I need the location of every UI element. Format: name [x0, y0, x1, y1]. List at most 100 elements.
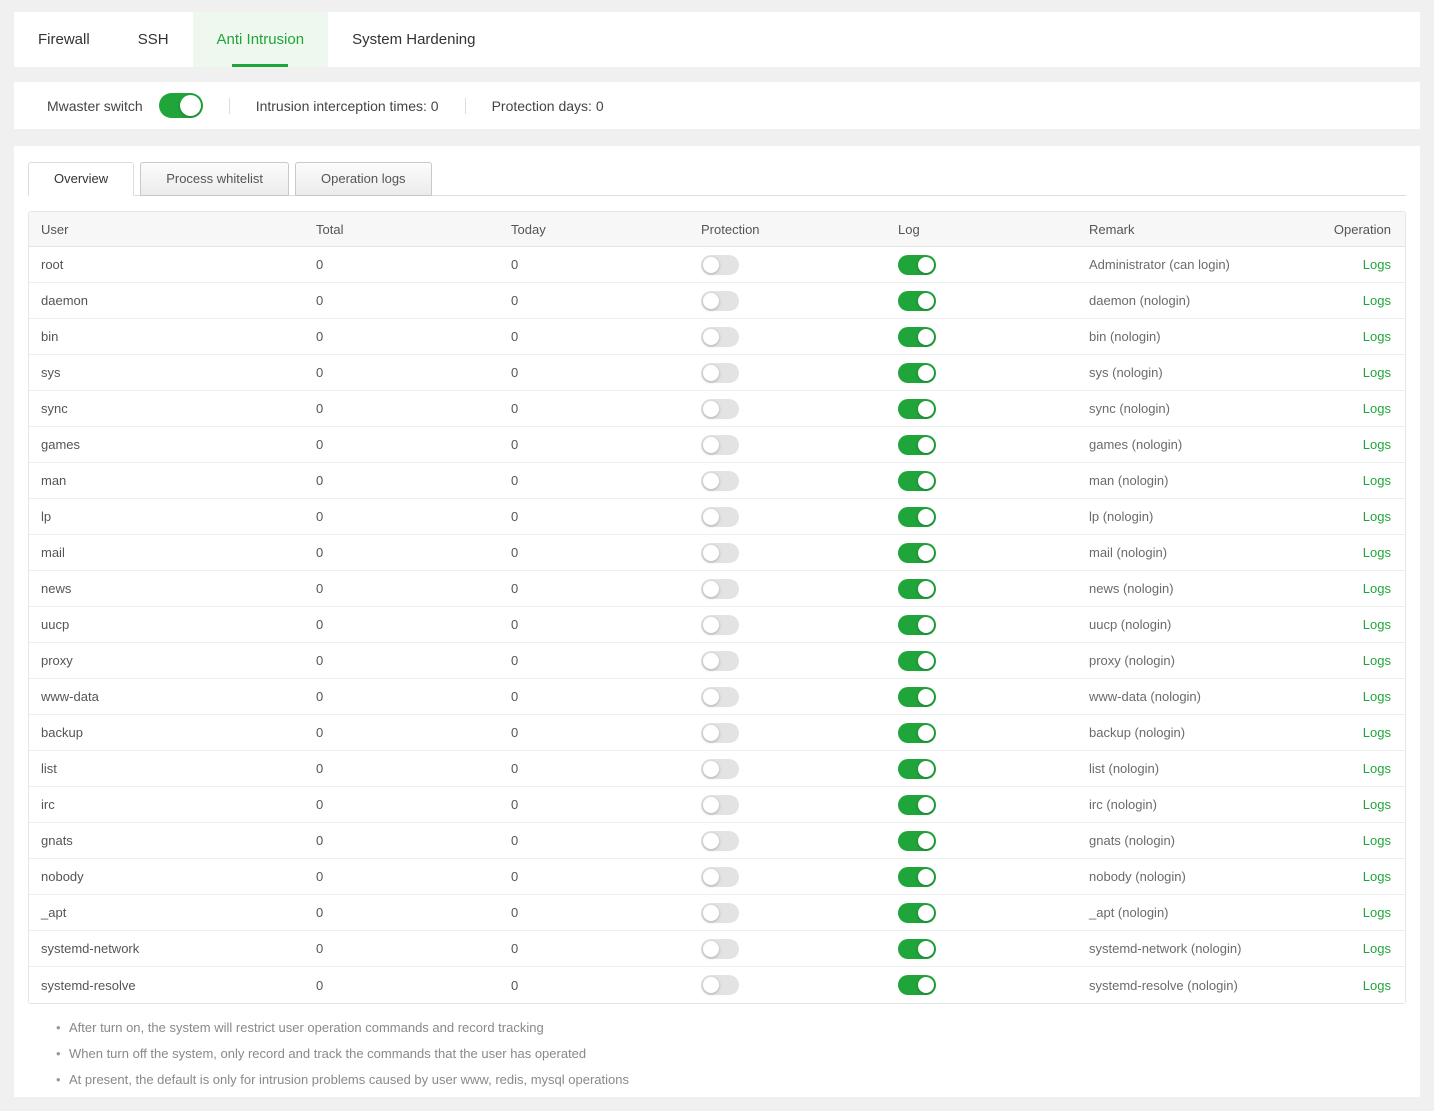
- table-row: news 0 0 news (nologin) Logs: [29, 571, 1405, 607]
- log-toggle[interactable]: [898, 903, 936, 923]
- log-toggle[interactable]: [898, 939, 936, 959]
- logs-link[interactable]: Logs: [1363, 365, 1391, 380]
- toggle-knob: [918, 689, 934, 705]
- today-cell: 0: [511, 509, 701, 524]
- log-toggle[interactable]: [898, 795, 936, 815]
- operation-cell: Logs: [1331, 761, 1405, 776]
- operation-cell: Logs: [1331, 725, 1405, 740]
- protection-toggle[interactable]: [701, 867, 739, 887]
- log-toggle[interactable]: [898, 543, 936, 563]
- today-cell: 0: [511, 653, 701, 668]
- protection-toggle[interactable]: [701, 831, 739, 851]
- sub-tab-label: Process whitelist: [166, 171, 263, 186]
- toggle-knob: [703, 293, 719, 309]
- logs-link[interactable]: Logs: [1363, 689, 1391, 704]
- sub-tab-operation-logs[interactable]: Operation logs: [295, 162, 432, 196]
- operation-cell: Logs: [1331, 257, 1405, 272]
- logs-link[interactable]: Logs: [1363, 978, 1391, 993]
- remark-cell: man (nologin): [1089, 473, 1331, 488]
- logs-link[interactable]: Logs: [1363, 797, 1391, 812]
- logs-link[interactable]: Logs: [1363, 725, 1391, 740]
- protection-toggle[interactable]: [701, 939, 739, 959]
- logs-link[interactable]: Logs: [1363, 869, 1391, 884]
- log-toggle[interactable]: [898, 255, 936, 275]
- log-toggle[interactable]: [898, 363, 936, 383]
- protection-toggle[interactable]: [701, 795, 739, 815]
- log-toggle[interactable]: [898, 327, 936, 347]
- log-toggle[interactable]: [898, 507, 936, 527]
- protection-toggle[interactable]: [701, 435, 739, 455]
- sub-tab-overview[interactable]: Overview: [28, 162, 134, 196]
- log-toggle[interactable]: [898, 291, 936, 311]
- protection-toggle[interactable]: [701, 543, 739, 563]
- protection-toggle[interactable]: [701, 291, 739, 311]
- protection-toggle[interactable]: [701, 507, 739, 527]
- protection-toggle[interactable]: [701, 687, 739, 707]
- table-row: uucp 0 0 uucp (nologin) Logs: [29, 607, 1405, 643]
- user-cell: nobody: [29, 869, 316, 884]
- total-cell: 0: [316, 365, 511, 380]
- operation-cell: Logs: [1331, 437, 1405, 452]
- logs-link[interactable]: Logs: [1363, 905, 1391, 920]
- operation-cell: Logs: [1331, 293, 1405, 308]
- protection-toggle[interactable]: [701, 759, 739, 779]
- protection-cell: [701, 687, 898, 707]
- today-cell: 0: [511, 293, 701, 308]
- logs-link[interactable]: Logs: [1363, 545, 1391, 560]
- logs-link[interactable]: Logs: [1363, 401, 1391, 416]
- today-cell: 0: [511, 833, 701, 848]
- log-toggle[interactable]: [898, 687, 936, 707]
- logs-link[interactable]: Logs: [1363, 941, 1391, 956]
- logs-link[interactable]: Logs: [1363, 581, 1391, 596]
- log-toggle[interactable]: [898, 471, 936, 491]
- log-toggle[interactable]: [898, 579, 936, 599]
- logs-link[interactable]: Logs: [1363, 437, 1391, 452]
- logs-link[interactable]: Logs: [1363, 293, 1391, 308]
- log-cell: [898, 399, 1089, 419]
- total-cell: 0: [316, 797, 511, 812]
- protection-toggle[interactable]: [701, 903, 739, 923]
- log-cell: [898, 795, 1089, 815]
- main-tab-anti-intrusion[interactable]: Anti Intrusion: [193, 12, 329, 67]
- protection-toggle[interactable]: [701, 579, 739, 599]
- sub-tab-process-whitelist[interactable]: Process whitelist: [140, 162, 289, 196]
- log-toggle[interactable]: [898, 867, 936, 887]
- log-toggle[interactable]: [898, 615, 936, 635]
- protection-toggle[interactable]: [701, 615, 739, 635]
- logs-link[interactable]: Logs: [1363, 617, 1391, 632]
- protection-toggle[interactable]: [701, 363, 739, 383]
- table-row: backup 0 0 backup (nologin) Logs: [29, 715, 1405, 751]
- protection-toggle[interactable]: [701, 975, 739, 995]
- log-toggle[interactable]: [898, 723, 936, 743]
- log-toggle[interactable]: [898, 759, 936, 779]
- logs-link[interactable]: Logs: [1363, 833, 1391, 848]
- master-switch-toggle[interactable]: [159, 93, 203, 118]
- protection-toggle[interactable]: [701, 327, 739, 347]
- main-tab-firewall[interactable]: Firewall: [14, 12, 114, 67]
- protection-toggle[interactable]: [701, 399, 739, 419]
- log-toggle[interactable]: [898, 975, 936, 995]
- protection-toggle[interactable]: [701, 651, 739, 671]
- log-toggle[interactable]: [898, 651, 936, 671]
- protection-cell: [701, 651, 898, 671]
- toggle-knob: [703, 797, 719, 813]
- protection-cell: [701, 579, 898, 599]
- log-toggle[interactable]: [898, 399, 936, 419]
- protection-toggle[interactable]: [701, 471, 739, 491]
- today-cell: 0: [511, 437, 701, 452]
- logs-link[interactable]: Logs: [1363, 509, 1391, 524]
- logs-link[interactable]: Logs: [1363, 473, 1391, 488]
- log-toggle[interactable]: [898, 435, 936, 455]
- log-toggle[interactable]: [898, 831, 936, 851]
- logs-link[interactable]: Logs: [1363, 761, 1391, 776]
- main-tab-system-hardening[interactable]: System Hardening: [328, 12, 499, 67]
- logs-link[interactable]: Logs: [1363, 653, 1391, 668]
- logs-link[interactable]: Logs: [1363, 257, 1391, 272]
- main-tab-ssh[interactable]: SSH: [114, 12, 193, 67]
- logs-link[interactable]: Logs: [1363, 329, 1391, 344]
- main-tabs: Firewall SSH Anti Intrusion System Harde…: [14, 12, 1420, 67]
- protection-toggle[interactable]: [701, 255, 739, 275]
- protection-cell: [701, 723, 898, 743]
- protection-toggle[interactable]: [701, 723, 739, 743]
- toggle-knob: [918, 761, 934, 777]
